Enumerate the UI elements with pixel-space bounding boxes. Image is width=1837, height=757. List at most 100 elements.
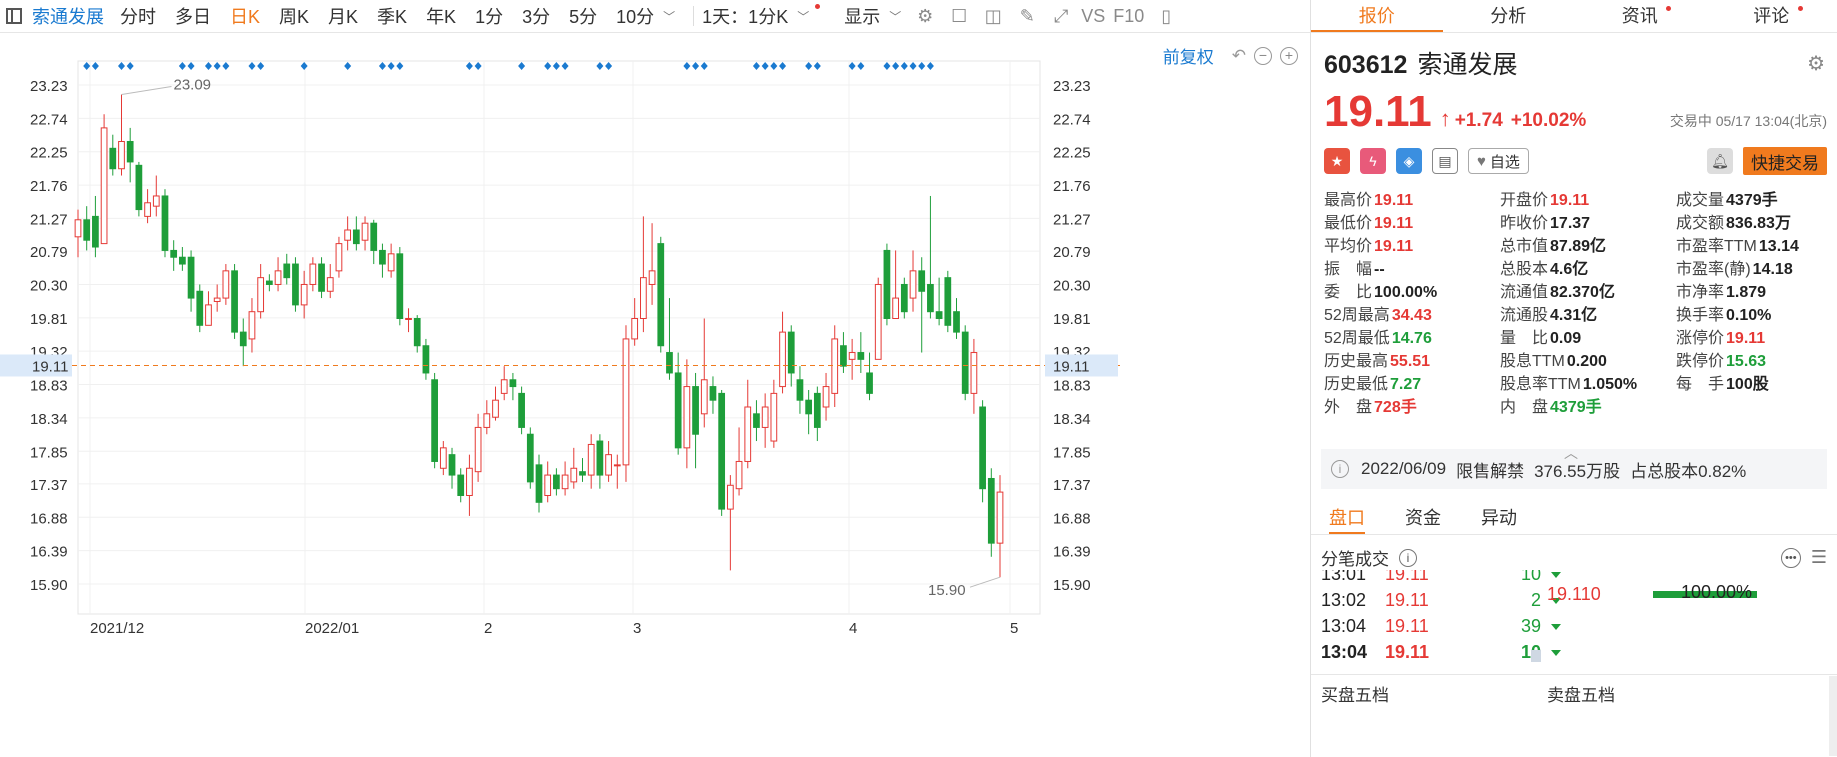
candle-body [292,263,299,306]
candle-body [205,304,212,326]
period-5min[interactable]: 5分 [569,3,597,29]
y-tick-right: 19.81 [1053,311,1091,328]
event-marker-icon [926,62,934,70]
notify-dot [815,3,821,9]
y-tick-left: 20.30 [30,277,68,294]
y-tick-right: 15.90 [1053,577,1091,594]
candle-body [622,338,630,466]
quote-cell: 开盘价 19.11 [1500,191,1676,210]
candle-body [787,331,795,374]
period-quarterly-k[interactable]: 季K [377,3,407,29]
fullscreen-icon[interactable]: ⤢ [1047,4,1075,28]
heart-icon: ♥ [1477,152,1486,170]
panel-settings-icon[interactable]: ⚙ [1807,51,1825,76]
bookmark-icon[interactable]: ▤ [1432,148,1458,174]
trade-volume: 10 [1520,570,1541,584]
candle-body [935,311,943,320]
event-marker-icon [178,62,186,70]
tab-comments[interactable]: 评论 [1706,0,1837,32]
interval-select[interactable]: 1天：1分K [702,3,788,29]
tab-news[interactable]: 资讯 [1574,0,1706,32]
tab-analysis[interactable]: 分析 [1443,0,1575,32]
period-3min[interactable]: 3分 [522,3,550,29]
period-weekly-k[interactable]: 周K [279,3,309,29]
x-tick-label: 2022/01 [305,620,359,637]
settings-gear-icon[interactable]: ⚙ [911,4,939,28]
trade-volume: 10 [1455,642,1541,663]
candle-body [274,270,282,285]
add-watchlist-button[interactable]: ♥ 自选 [1468,148,1529,174]
tab-quote[interactable]: 报价 [1311,0,1443,32]
fast-trade-button[interactable]: 快捷交易 [1743,147,1827,175]
kline-chart-area[interactable]: 23.23 23.23 22.74 22.74 22.25 22.25 21.76 21.76… [0,33,1310,757]
quote-label: 股息率TTM [1500,376,1581,393]
zoom-in-icon[interactable]: + [1280,46,1298,65]
adjust-price-select[interactable]: 前复权 [1163,43,1214,68]
event-marker-icon [83,62,91,70]
quote-cell: 市盈率(静) 14.18 [1676,260,1836,279]
candle-body [161,195,169,251]
period-monthly-k[interactable]: 月K [328,3,358,29]
bell-icon[interactable]: 🔔︎ [1707,148,1733,174]
candle-body [674,372,682,449]
order-book-headers: 买盘五档 卖盘五档 [1311,674,1837,706]
candle-body [631,318,639,340]
vs-compare-button[interactable]: VS [1081,6,1105,27]
tag-icon[interactable]: ◈ [1396,148,1422,174]
subtab-orderbook[interactable]: 盘口 [1329,503,1365,534]
trade-volume: 2 [1530,590,1541,610]
low-annotation: 15.90 [928,582,966,599]
candle-body [587,443,595,476]
camera-icon[interactable]: ◫ [979,4,1007,28]
f10-button[interactable]: F10 [1113,6,1144,27]
lightning-icon[interactable]: ϟ [1360,148,1386,174]
more-options-icon[interactable]: ••• [1780,547,1801,568]
draw-pencil-icon[interactable]: ✎ [1013,4,1041,28]
candle-body [613,464,621,467]
period-multiday[interactable]: 多日 [175,3,211,29]
event-marker-icon [700,62,708,70]
layout-square-icon[interactable]: ☐ [945,4,973,28]
interval-chevron-icon[interactable]: ﹀ [797,8,809,25]
candle-body [526,433,534,483]
menu-lines-icon[interactable]: ☰ [1811,547,1827,568]
display-select[interactable]: 显示 [844,3,880,29]
more-periods-icon[interactable]: ﹀ [663,8,675,25]
quote-cell: 每 手 100股 [1676,375,1836,394]
event-marker-icon [761,62,769,70]
panel-scrollbar[interactable] [1829,676,1837,756]
y-tick-right: 17.37 [1053,477,1091,494]
event-marker-icon [300,62,308,70]
y-tick-right: 21.27 [1053,211,1091,228]
undo-icon[interactable]: ↶ [1232,46,1246,66]
period-1min[interactable]: 1分 [475,3,503,29]
candle-body [179,256,186,265]
display-chevron-icon[interactable]: ﹀ [889,8,901,25]
quote-value: 0.09 [1550,330,1582,347]
expand-chevron-icon[interactable]: ︿ [1564,443,1578,463]
zoom-out-icon[interactable]: − [1254,46,1272,65]
subtab-alerts[interactable]: 异动 [1481,503,1517,534]
subtab-capital[interactable]: 资金 [1405,503,1441,534]
candle-body [535,464,543,503]
tick-info-icon[interactable]: i [1399,548,1417,567]
tick-trades-title: 分笔成交 [1321,550,1389,569]
kline-chart[interactable]: 23.23 23.23 22.74 22.74 22.25 22.25 21.76 21.76… [0,33,1310,757]
y-tick-right: 18.83 [1053,378,1091,395]
quote-label: 委 比 [1324,284,1373,301]
sidebar-toggle-icon[interactable]: ▯ [1152,4,1180,28]
china-flag-icon[interactable]: ★ [1324,148,1350,174]
candle-body [413,318,421,347]
x-tick-label: 3 [633,620,641,637]
candle-body [448,454,456,476]
period-intraday[interactable]: 分时 [120,3,156,29]
event-marker-icon [683,62,691,70]
period-10min[interactable]: 10分 [616,3,654,29]
quote-cell: 成交量 4379手 [1676,191,1836,210]
stock-code: 603612 [1324,51,1408,79]
panel-toggle-icon[interactable] [6,8,22,24]
period-daily-k[interactable]: 日K [230,3,260,29]
toolbar-stock-name[interactable]: 索通发展 [32,3,104,29]
event-marker-icon [770,62,778,70]
period-yearly-k[interactable]: 年K [426,3,456,29]
